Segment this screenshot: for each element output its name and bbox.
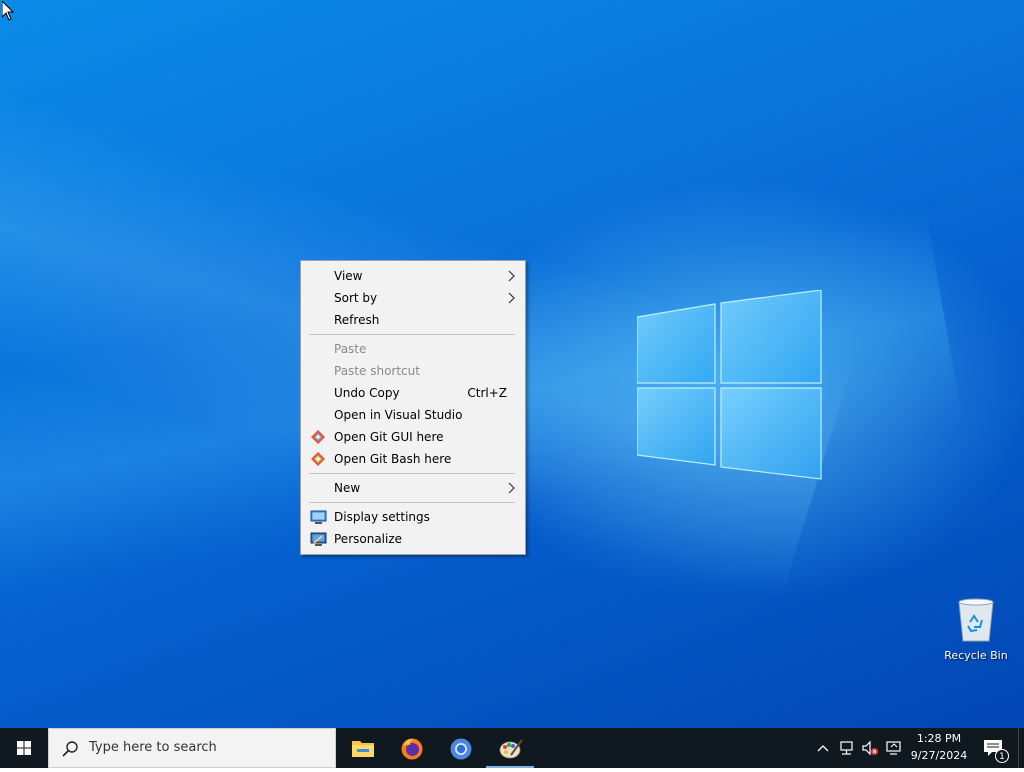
menu-item-refresh[interactable]: Refresh xyxy=(301,309,525,331)
paint-icon xyxy=(499,739,523,759)
menu-item-label: New xyxy=(334,481,361,495)
menu-item-label: Open Git Bash here xyxy=(334,452,452,466)
menu-item-label: Display settings xyxy=(334,510,430,524)
display-projection-icon[interactable] xyxy=(885,739,903,757)
menu-separator xyxy=(309,334,515,335)
clock-date: 9/27/2024 xyxy=(910,749,968,762)
menu-item-paste: Paste xyxy=(301,338,525,360)
taskbar-app-firefox[interactable] xyxy=(388,728,436,768)
start-button[interactable] xyxy=(0,728,48,768)
menu-item-label: Sort by xyxy=(334,291,378,305)
folder-icon xyxy=(352,741,374,757)
git-gui-icon xyxy=(311,430,325,444)
network-icon[interactable] xyxy=(838,739,856,757)
taskbar: Type here to search 1:28 PM 9/27/2024 1 xyxy=(0,728,1024,768)
menu-item-open-git-gui[interactable]: Open Git GUI here xyxy=(301,426,525,448)
menu-item-open-in-visual-studio[interactable]: Open in Visual Studio xyxy=(301,404,525,426)
menu-item-label: Open in Visual Studio xyxy=(334,408,463,422)
chevron-right-icon xyxy=(508,292,515,304)
chevron-right-icon xyxy=(508,270,515,282)
chromium-icon xyxy=(450,738,472,760)
clock-time: 1:28 PM xyxy=(916,732,962,745)
mouse-cursor-icon xyxy=(2,1,14,21)
menu-item-shortcut: Ctrl+Z xyxy=(467,386,507,400)
desktop-context-menu: View Sort by Refresh Paste Paste shortcu… xyxy=(300,260,526,555)
menu-item-new[interactable]: New xyxy=(301,477,525,499)
taskbar-app-file-explorer[interactable] xyxy=(339,728,387,768)
firefox-icon xyxy=(401,738,423,760)
taskbar-clock[interactable]: 1:28 PM 9/27/2024 xyxy=(903,730,975,766)
taskbar-search-box[interactable]: Type here to search xyxy=(48,728,336,768)
menu-item-paste-shortcut: Paste shortcut xyxy=(301,360,525,382)
menu-item-label: Open Git GUI here xyxy=(334,430,444,444)
taskbar-app-chromium[interactable] xyxy=(437,728,485,768)
windows-logo-wallpaper xyxy=(637,290,822,480)
menu-item-label: Refresh xyxy=(334,313,380,327)
menu-item-undo-copy[interactable]: Undo Copy Ctrl+Z xyxy=(301,382,525,404)
search-placeholder: Type here to search xyxy=(89,740,217,755)
menu-item-open-git-bash[interactable]: Open Git Bash here xyxy=(301,448,525,470)
menu-item-personalize[interactable]: Personalize xyxy=(301,528,525,550)
menu-item-label: Paste xyxy=(334,342,367,356)
git-bash-icon xyxy=(311,452,325,466)
desktop-icon-label: Recycle Bin xyxy=(944,649,1008,662)
menu-item-label: Undo Copy xyxy=(334,386,400,400)
chevron-right-icon xyxy=(508,482,515,494)
menu-item-sort-by[interactable]: Sort by xyxy=(301,287,525,309)
recycle-bin-icon xyxy=(958,598,994,642)
menu-item-display-settings[interactable]: Display settings xyxy=(301,506,525,528)
search-icon xyxy=(62,741,78,757)
show-desktop-button[interactable] xyxy=(1018,728,1024,768)
notification-count-badge: 1 xyxy=(995,749,1009,763)
menu-separator xyxy=(309,502,515,503)
menu-item-label: Paste shortcut xyxy=(334,364,420,378)
menu-item-label: Personalize xyxy=(334,532,403,546)
windows-start-icon xyxy=(17,741,31,755)
desktop[interactable]: View Sort by Refresh Paste Paste shortcu… xyxy=(0,0,1024,728)
desktop-icon-recycle-bin[interactable]: Recycle Bin xyxy=(938,598,1014,672)
action-center-button[interactable]: 1 xyxy=(980,728,1010,768)
show-hidden-icons-chevron-up-icon[interactable] xyxy=(814,739,832,757)
menu-item-label: View xyxy=(334,269,363,283)
display-icon xyxy=(310,510,327,524)
menu-separator xyxy=(309,473,515,474)
volume-muted-icon[interactable] xyxy=(861,739,879,757)
personalize-icon xyxy=(310,532,327,546)
taskbar-app-paint[interactable] xyxy=(486,728,534,768)
menu-item-view[interactable]: View xyxy=(301,265,525,287)
